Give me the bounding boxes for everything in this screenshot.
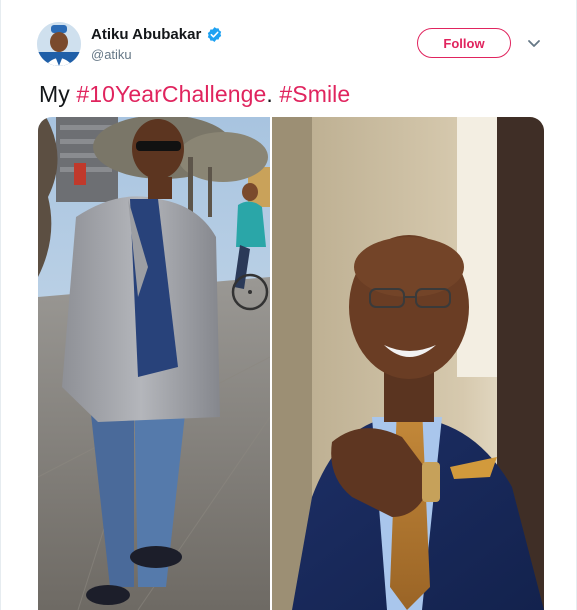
follow-button[interactable]: Follow [417,28,511,58]
author-display-name[interactable]: Atiku Abubakar [91,26,201,43]
tweet-photo-2[interactable] [272,117,544,610]
avatar-image [37,22,81,66]
avatar[interactable] [37,22,81,66]
tweet-card: Atiku Abubakar @atiku Follow My #10YearC… [0,0,577,610]
tweet-text-middle: . [266,81,280,107]
tweet-text-prefix: My [39,81,77,107]
tweet-photo-1[interactable] [38,117,270,610]
author-name-row[interactable]: Atiku Abubakar [91,24,223,44]
verified-badge-icon [206,26,223,43]
hashtag-link-10yearchallenge[interactable]: #10YearChallenge [76,81,266,107]
tweet-media [38,117,544,610]
author-handle[interactable]: @atiku [91,47,132,62]
tweet-text: My #10YearChallenge. #Smile [39,81,350,108]
hashtag-link-smile[interactable]: #Smile [279,81,350,107]
chevron-down-icon[interactable] [526,35,542,51]
